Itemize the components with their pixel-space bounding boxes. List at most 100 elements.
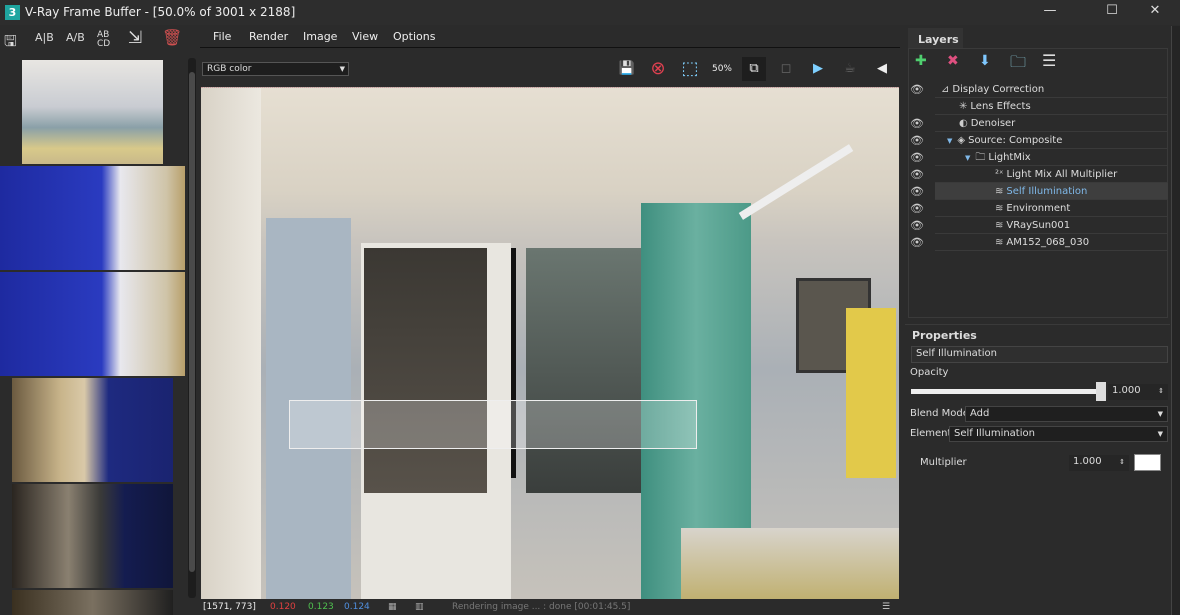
layer-label: Lens Effects [970,101,1031,112]
layer-folder-icon[interactable]: 🗀 [1010,51,1026,78]
history-toolbar: 🖫 A|B A/B AB CD ⇲ 🗑 [0,27,197,57]
channel-select[interactable]: RGB color ▼ [202,62,349,76]
minimize-button[interactable]: — [1040,3,1060,18]
render-viewport[interactable] [201,87,899,599]
log-icon[interactable]: ☰ [882,600,890,615]
save-icon[interactable]: 💾 [615,57,639,81]
menu-view[interactable]: View [352,30,378,43]
maximize-button[interactable]: ☐ [1102,3,1122,18]
visibility-eye-icon[interactable]: 👁 [910,202,924,215]
teapot-link-icon[interactable]: ⧉ [742,57,766,81]
blend-mode-value: Add [970,408,990,419]
zoom-50-icon[interactable]: 50% [710,57,734,81]
close-button[interactable]: ✕ [1145,3,1165,18]
menu-image[interactable]: Image [303,30,337,43]
layer-item[interactable]: ✳ Lens Effects [935,98,1168,115]
abcd-icon[interactable]: AB CD [97,31,119,49]
expand-arrow-icon[interactable]: ▼ [947,137,952,145]
layer-item[interactable]: ≋ VRaySun001 [935,217,1168,234]
layer-type-icon: 🗀 [975,152,986,163]
load-icon[interactable]: ⇲ [128,28,142,48]
region-select-icon[interactable]: ⬚ [678,57,702,81]
crop-icon[interactable]: ◻ [774,57,798,81]
trash-icon[interactable]: 🗑 [162,28,182,47]
layer-item[interactable]: ≋ Environment [935,200,1168,217]
opacity-label: Opacity [910,367,949,378]
history-thumbnail[interactable] [22,60,163,164]
merge-layer-icon[interactable]: ⬇ [979,53,991,69]
menu-options[interactable]: Options [393,30,435,43]
visibility-eye-icon[interactable]: 👁 [910,168,924,181]
layer-item[interactable]: ▼ ◈ Source: Composite [935,132,1168,149]
color-format-icon[interactable]: ▦ [388,600,397,615]
save-history-icon[interactable]: 🖫 [4,31,17,56]
blend-mode-label: Blend Mode [910,408,969,419]
history-thumbnail[interactable] [12,590,173,615]
multiplier-value: 1.000 [1073,456,1102,467]
layer-label: Environment [1006,203,1071,214]
visibility-eye-icon[interactable]: 👁 [910,134,924,147]
stop-icon[interactable]: ⊗ [646,57,670,81]
opacity-input[interactable]: 1.000 ⇕ [1108,384,1168,400]
menu-file[interactable]: File [213,30,231,43]
layer-name-field[interactable]: Self Illumination [911,346,1168,363]
layer-label: Light Mix All Multiplier [1006,169,1118,180]
history-thumbnail[interactable] [0,272,185,376]
layer-item[interactable]: ⊿ Display Correction [935,81,1168,98]
layer-presets-icon[interactable]: ☰ [1042,51,1056,70]
multiplier-input[interactable]: 1.000 ⇕ [1069,455,1129,471]
ab-horizontal-icon[interactable]: A/B [66,31,85,44]
region-selection-box[interactable] [289,400,697,449]
history-thumbnail[interactable] [12,484,173,588]
pixel-r: 0.120 [270,602,296,612]
history-thumbnail[interactable] [12,378,173,482]
element-select[interactable]: Self Illumination ▼ [949,426,1168,442]
layers-tab[interactable]: Layers [908,28,963,48]
menu-render[interactable]: Render [249,30,288,43]
element-value: Self Illumination [954,428,1035,439]
menu-bar: File Render Image View Options [200,26,900,48]
history-scrollbar-thumb[interactable] [189,72,195,572]
color-clamp-icon[interactable]: ▥ [415,600,424,615]
element-label: Element [910,428,952,439]
multiplier-label: Multiplier [920,457,967,468]
chevron-down-icon: ▼ [1157,410,1163,418]
history-list[interactable] [0,58,186,615]
visibility-eye-icon[interactable]: 👁 [910,219,924,232]
opacity-slider[interactable] [911,389,1101,394]
layer-item[interactable]: ≋ Self Illumination [935,183,1168,200]
layer-label: Source: Composite [968,135,1063,146]
expand-arrow-icon[interactable]: ▼ [965,154,970,162]
status-bar: [1571, 773] 0.120 0.123 0.124 ▦ ▥ Render… [200,600,900,615]
delete-layer-icon[interactable]: ✖ [947,53,959,69]
pixel-coords: [1571, 773] [203,602,256,612]
opacity-slider-handle[interactable] [1096,382,1106,401]
visibility-eye-icon[interactable]: 👁 [910,117,924,130]
layer-type-icon: ◈ [957,135,966,146]
visibility-eye-icon[interactable]: 👁 [910,83,924,96]
visibility-eye-icon[interactable]: 👁 [910,236,924,249]
side-panel-edge [1171,26,1180,615]
layer-item[interactable]: ◐ Denoiser [935,115,1168,132]
layer-label: Display Correction [952,84,1045,95]
spinner-icon[interactable]: ⇕ [1119,455,1125,469]
layer-item[interactable]: ▼ 🗀 LightMix [935,149,1168,166]
render-back-icon[interactable]: ◀ [870,57,894,81]
layer-type-icon: ≋ [995,186,1004,197]
layer-item[interactable]: ²ˣ Light Mix All Multiplier [935,166,1168,183]
blend-mode-select[interactable]: Add ▼ [965,406,1168,422]
history-thumbnail[interactable] [0,166,185,270]
add-layer-icon[interactable]: ✚ [915,53,927,69]
render-icon[interactable]: ▶ [806,57,830,81]
visibility-eye-icon[interactable]: 👁 [910,185,924,198]
layer-label: Denoiser [970,118,1016,129]
color-swatch[interactable] [1134,454,1161,471]
visibility-eye-icon[interactable]: 👁 [910,151,924,164]
spinner-icon[interactable]: ⇕ [1158,384,1164,398]
layer-type-icon: ≋ [995,203,1004,214]
ab-vertical-icon[interactable]: A|B [35,31,54,44]
layer-item[interactable]: ≋ AM152_068_030 [935,234,1168,251]
opacity-value: 1.000 [1112,385,1141,396]
layer-label: AM152_068_030 [1006,237,1090,248]
interactive-render-icon[interactable]: ☕ [838,57,862,81]
